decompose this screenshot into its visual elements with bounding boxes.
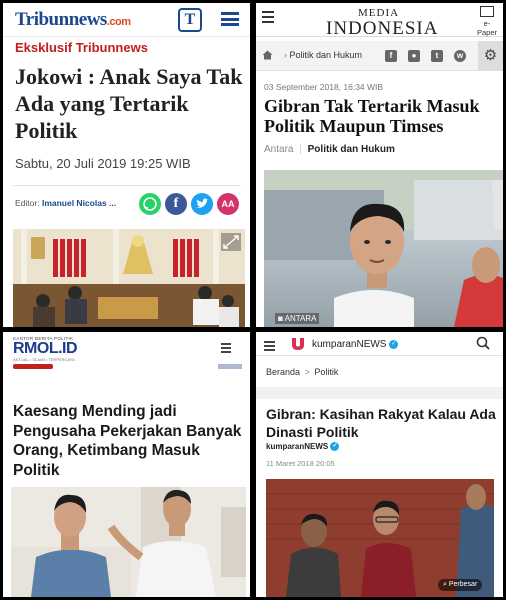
font-size-icon[interactable]: AA <box>217 193 239 215</box>
zoom-label: Perbesar <box>448 581 478 588</box>
media-indonesia-logo[interactable]: MEDIA INDONESIA <box>326 7 438 38</box>
logo-main: RMOL.ID <box>13 340 78 357</box>
article-author[interactable]: kumparanNEWS ✓ <box>266 442 340 452</box>
epaper-button[interactable]: e-Paper <box>475 6 499 37</box>
rmol-logo[interactable]: KANTOR BERITA POLITIK RMOL.ID AKTUAL • T… <box>13 336 78 362</box>
hamburger-menu-icon[interactable] <box>221 343 231 355</box>
breadcrumb: Beranda > Politik <box>266 367 338 377</box>
photo-credit-text: ANTARA <box>284 314 317 323</box>
article-category[interactable]: Politik dan Hukum <box>308 144 395 155</box>
article-editor: Editor: Imanuel Nicolas ... <box>15 198 116 208</box>
hamburger-menu-icon[interactable] <box>262 11 274 26</box>
banner-strip <box>13 364 53 369</box>
camera-icon: ◙ <box>278 314 283 323</box>
article-photo[interactable] <box>13 229 245 327</box>
search-icon[interactable] <box>476 336 490 350</box>
zoom-button[interactable]: ⌕ Perbesar <box>438 579 483 591</box>
newspaper-icon <box>480 6 494 17</box>
photo-credit: ◙ ANTARA <box>275 313 320 324</box>
brand-name: kumparanNEWS <box>312 339 387 350</box>
gear-icon[interactable]: ⚙ <box>478 41 503 71</box>
article-photo[interactable]: ◙ ANTARA <box>264 170 503 327</box>
tribunnews-screenshot: Tribunnews.com T Eksklusif Tribunnews Jo… <box>3 3 250 327</box>
editor-name[interactable]: Imanuel Nicolas ... <box>42 198 116 208</box>
logo-big: INDONESIA <box>326 18 439 39</box>
logo-tagline: AKTUAL • TAJAM • TERPERCAYA <box>13 357 75 362</box>
verified-icon: ✓ <box>330 442 340 452</box>
ad-strip <box>256 387 503 399</box>
hamburger-menu-icon[interactable] <box>221 12 239 26</box>
twitter-icon[interactable] <box>191 193 213 215</box>
article-date: Sabtu, 20 Juli 2019 19:25 WIB <box>15 156 191 171</box>
twitter-icon[interactable]: t <box>431 50 443 62</box>
article-meta: Antara | Politik dan Hukum <box>264 144 395 155</box>
verified-icon: ✓ <box>389 339 399 349</box>
article-headline: Jokowi : Anak Saya Tak Ada yang Tertarik… <box>15 64 243 143</box>
breadcrumb-section[interactable]: Politik <box>314 367 338 377</box>
tribunnews-logo[interactable]: Tribunnews.com <box>15 9 131 31</box>
flag-strip <box>218 364 242 369</box>
breadcrumb-separator: > <box>304 367 310 377</box>
logo-domain: .com <box>106 15 131 28</box>
breadcrumb-separator-icon: › <box>284 50 287 60</box>
meta-separator: | <box>299 144 302 155</box>
epaper-label: e-Paper <box>476 19 497 37</box>
site-header: Tribunnews.com T <box>3 3 250 37</box>
breadcrumb-home[interactable]: Beranda <box>266 367 300 377</box>
editor-label: Editor: <box>15 198 40 208</box>
facebook-icon[interactable]: f <box>165 193 187 215</box>
logo-main-text: RMOL <box>13 340 59 357</box>
kumparan-brand[interactable]: kumparanNEWS ✓ <box>312 339 399 350</box>
line-icon[interactable]: ● <box>408 50 420 62</box>
article-photo[interactable]: ⌕ Perbesar <box>266 479 494 597</box>
magnify-icon: ⌕ <box>443 581 447 588</box>
tribun-t-icon[interactable]: T <box>178 8 202 32</box>
article-headline: Gibran Tak Tertarik Masuk Politik Maupun… <box>264 96 480 136</box>
whatsapp-icon[interactable]: w <box>454 50 466 62</box>
article-photo[interactable] <box>11 487 246 597</box>
article-kicker[interactable]: Eksklusif Tribunnews <box>15 40 148 55</box>
expand-icon[interactable] <box>221 233 241 251</box>
article-headline: Gibran: Kasihan Rakyat Kalau Ada Dinasti… <box>266 406 496 440</box>
hamburger-menu-icon[interactable] <box>264 341 275 353</box>
site-header: MEDIA INDONESIA e-Paper <box>256 3 503 38</box>
kumparan-screenshot: kumparanNEWS ✓ Beranda > Politik Gibran:… <box>256 332 503 597</box>
logo-suffix: .ID <box>58 340 78 357</box>
article-date: 11 Maret 2018 20:05 <box>266 459 335 468</box>
divider <box>13 185 241 186</box>
home-icon[interactable] <box>262 50 273 63</box>
breadcrumb[interactable]: › Politik dan Hukum <box>284 50 362 60</box>
article-source: Antara <box>264 144 294 155</box>
divider <box>256 355 503 356</box>
facebook-icon[interactable]: f <box>385 50 397 62</box>
whatsapp-icon[interactable] <box>139 193 161 215</box>
article-headline: Kaesang Mending jadi Pengusaha Pekerjaka… <box>13 403 242 479</box>
logo-main: Tribun <box>15 8 69 30</box>
logo-suffix: news <box>68 8 108 30</box>
author-name: kumparanNEWS <box>266 442 329 451</box>
media-indonesia-screenshot: MEDIA INDONESIA e-Paper › Politik dan Hu… <box>256 3 503 327</box>
article-date: 03 September 2018, 16:34 WIB <box>264 82 384 92</box>
rmol-screenshot: KANTOR BERITA POLITIK RMOL.ID AKTUAL • T… <box>3 332 250 597</box>
breadcrumb-section: Politik dan Hukum <box>289 50 363 60</box>
kumparan-logo-icon[interactable] <box>290 336 306 356</box>
breadcrumb-bar: › Politik dan Hukum f ● t w ⚙ <box>256 41 503 71</box>
